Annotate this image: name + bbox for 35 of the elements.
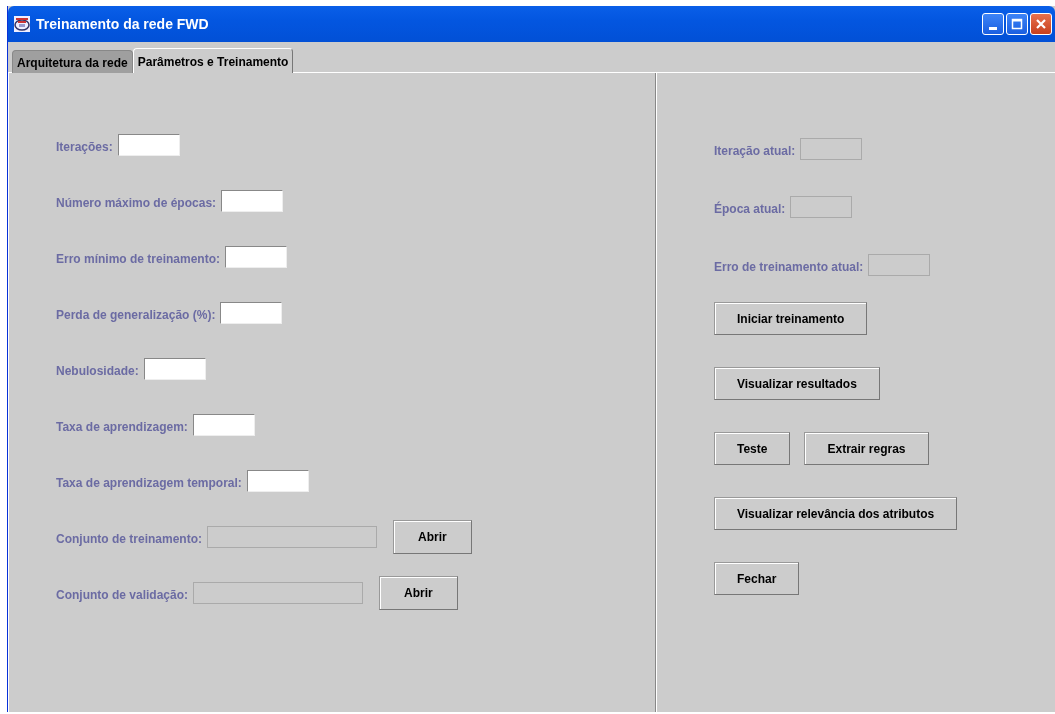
field-label: Número máximo de épocas: bbox=[56, 196, 217, 210]
action-button[interactable]: Fechar bbox=[714, 562, 800, 595]
field-label: Taxa de aprendizagem temporal: bbox=[56, 476, 242, 490]
input-field[interactable] bbox=[117, 134, 180, 156]
action-button[interactable]: Iniciar treinamento bbox=[714, 302, 868, 335]
field-label: Nebulosidade: bbox=[56, 364, 139, 378]
field-label: Erro de treinamento atual: bbox=[714, 260, 864, 274]
input-field[interactable] bbox=[143, 358, 206, 380]
input-field[interactable] bbox=[246, 470, 309, 492]
close-icon bbox=[1035, 18, 1047, 30]
minimize-button[interactable] bbox=[982, 13, 1004, 35]
tab[interactable]: Parâmetros e Treinamento bbox=[132, 48, 294, 75]
action-button[interactable]: Extrair regras bbox=[804, 432, 929, 465]
field-label: Época atual: bbox=[714, 202, 786, 216]
input-field[interactable] bbox=[221, 190, 284, 212]
field-label: Conjunto de treinamento: bbox=[56, 532, 202, 546]
app-icon bbox=[13, 15, 31, 33]
field-label: Taxa de aprendizagem: bbox=[56, 420, 188, 434]
close-button[interactable] bbox=[1030, 13, 1052, 35]
window-title: Treinamento da rede FWD bbox=[36, 16, 210, 32]
action-button[interactable]: Visualizar relevância dos atributos bbox=[714, 497, 958, 530]
field-label: Iteração atual: bbox=[714, 144, 796, 158]
field-label: Erro mínimo de treinamento: bbox=[56, 252, 221, 266]
input-field[interactable] bbox=[192, 414, 255, 436]
field-label: Iterações: bbox=[56, 140, 113, 154]
maximize-button[interactable] bbox=[1006, 13, 1028, 35]
action-button[interactable]: Teste bbox=[714, 432, 791, 465]
tab[interactable]: Arquitetura da rede bbox=[12, 50, 133, 74]
minimize-icon bbox=[989, 27, 997, 30]
maximize-icon bbox=[1011, 18, 1023, 30]
field-label: Perda de generalização (%): bbox=[56, 308, 216, 322]
action-button[interactable]: Visualizar resultados bbox=[714, 367, 880, 400]
input-field[interactable] bbox=[220, 302, 283, 324]
input-field[interactable] bbox=[225, 246, 288, 268]
field-label: Conjunto de validação: bbox=[56, 588, 188, 602]
